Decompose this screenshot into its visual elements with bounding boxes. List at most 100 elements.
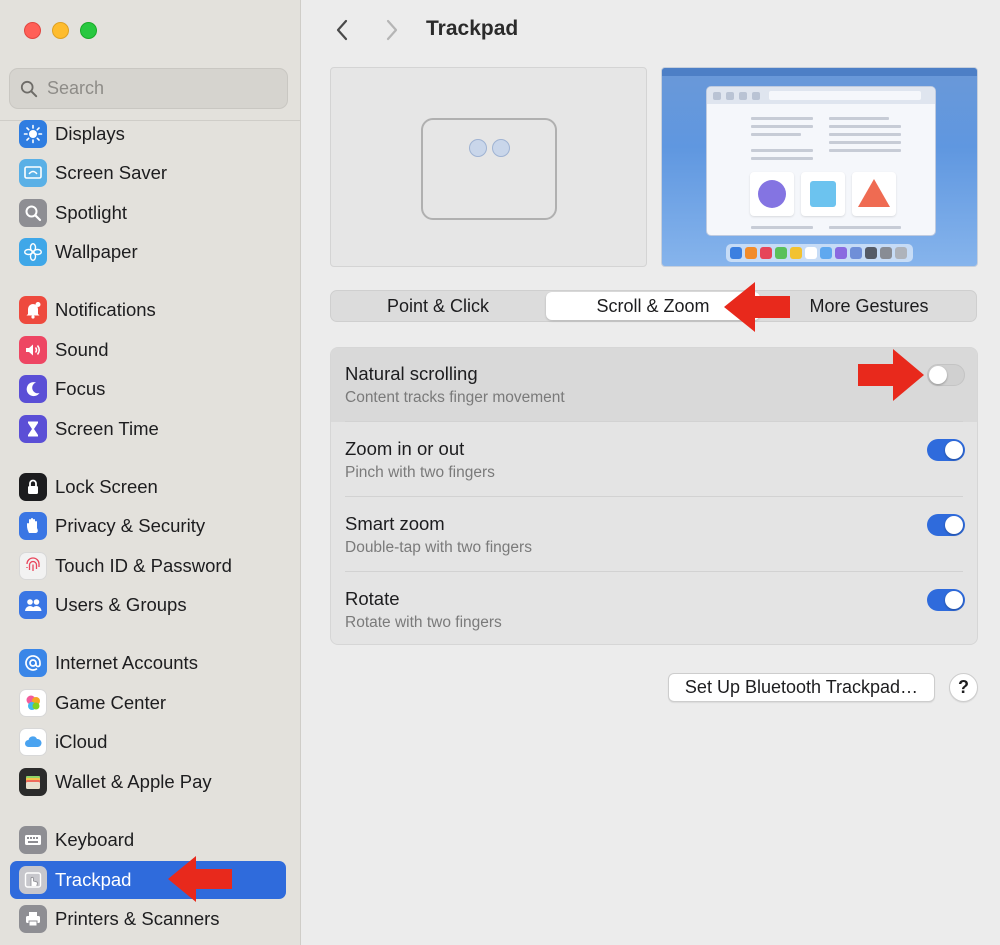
setting-row-zoom-in-out: Zoom in or out Pinch with two fingers [331, 423, 977, 497]
tab-more-gestures[interactable]: More Gestures [762, 292, 976, 320]
setting-subtitle: Content tracks finger movement [345, 389, 565, 406]
smart-zoom-toggle[interactable] [927, 514, 965, 536]
natural-scrolling-toggle[interactable] [927, 364, 965, 386]
hourglass-icon [19, 415, 47, 443]
screen-preview [661, 67, 978, 267]
sidebar-item-focus[interactable]: Focus [10, 370, 286, 408]
wallet-icon [19, 768, 47, 796]
sidebar-item-sound[interactable]: Sound [10, 331, 286, 369]
sidebar-item-label: Internet Accounts [55, 652, 198, 673]
sidebar-item-users-groups[interactable]: Users & Groups [10, 586, 286, 624]
setting-subtitle: Rotate with two fingers [345, 614, 502, 631]
sidebar-item-spotlight[interactable]: Spotlight [10, 194, 286, 232]
sidebar-item-label: Wallpaper [55, 241, 138, 262]
trackpad-icon [19, 866, 47, 894]
setting-subtitle: Double-tap with two fingers [345, 539, 532, 556]
zoom-in-out-toggle[interactable] [927, 439, 965, 461]
sidebar-item-wallpaper[interactable]: Wallpaper [10, 233, 286, 271]
preview-window [706, 86, 936, 236]
sidebar-item-label: Sound [55, 339, 109, 360]
setting-title: Zoom in or out [345, 438, 465, 459]
setting-title: Natural scrolling [345, 363, 478, 384]
triangle-shape [852, 172, 896, 216]
sidebar-item-label: Touch ID & Password [55, 555, 232, 576]
bell-icon [19, 296, 47, 324]
sidebar-item-label: Wallet & Apple Pay [55, 771, 212, 792]
sidebar-item-internet-accounts[interactable]: Internet Accounts [10, 644, 286, 682]
sun-icon [19, 120, 47, 148]
users-icon [19, 591, 47, 619]
search-icon [20, 80, 38, 97]
sidebar-item-label: Notifications [55, 299, 156, 320]
back-button[interactable] [328, 16, 356, 44]
tab-point-click[interactable]: Point & Click [332, 292, 544, 320]
sidebar-item-privacy-security[interactable]: Privacy & Security [10, 507, 286, 545]
setting-subtitle: Pinch with two fingers [345, 464, 495, 481]
zoom-window-button[interactable] [80, 22, 97, 39]
sidebar-item-label: Game Center [55, 692, 167, 713]
sidebar-item-game-center[interactable]: Game Center [10, 684, 286, 722]
speaker-icon [19, 336, 47, 364]
forward-button[interactable] [378, 16, 406, 44]
magnifier-icon [19, 199, 47, 227]
page-title: Trackpad [426, 17, 519, 40]
finger-dot [492, 139, 510, 157]
sidebar-item-notifications[interactable]: Notifications [10, 291, 286, 329]
finger-dot [469, 139, 487, 157]
at-icon [19, 649, 47, 677]
main-panel: Trackpad Point & Click Scroll & Zoom Mor… [302, 0, 1000, 945]
sidebar-item-displays[interactable]: Displays [10, 115, 286, 153]
sidebar-item-trackpad[interactable]: Trackpad [10, 861, 286, 899]
sidebar-item-label: Screen Time [55, 418, 159, 439]
sidebar-item-label: iCloud [55, 731, 108, 752]
search-field[interactable] [9, 68, 288, 109]
sidebar-item-label: Users & Groups [55, 594, 187, 615]
printer-icon [19, 905, 47, 933]
trackpad-illustration [421, 118, 557, 220]
sidebar-item-screen-saver[interactable]: Screen Saver [10, 154, 286, 192]
game-center-icon [19, 689, 47, 717]
sidebar-item-label: Focus [55, 378, 106, 399]
preview-dock [726, 244, 913, 262]
circle-shape [750, 172, 794, 216]
chevron-left-icon [336, 19, 348, 41]
sidebar-item-screen-time[interactable]: Screen Time [10, 410, 286, 448]
preview-menubar [662, 68, 977, 76]
setting-row-rotate: Rotate Rotate with two fingers [331, 573, 977, 644]
cloud-icon [19, 728, 47, 756]
setting-title: Rotate [345, 588, 400, 609]
minimize-window-button[interactable] [52, 22, 69, 39]
sidebar-item-label: Privacy & Security [55, 515, 206, 536]
sidebar-item-label: Keyboard [55, 829, 135, 850]
setting-title: Smart zoom [345, 513, 445, 534]
search-input[interactable] [47, 78, 267, 99]
flower-icon [19, 238, 47, 266]
lock-icon [19, 473, 47, 501]
sidebar-item-keyboard[interactable]: Keyboard [10, 821, 286, 859]
sidebar-item-label: Lock Screen [55, 476, 158, 497]
sidebar-item-label: Displays [55, 123, 125, 144]
rotate-toggle[interactable] [927, 589, 965, 611]
square-shape [801, 172, 845, 216]
sidebar-item-label: Printers & Scanners [55, 908, 220, 929]
setting-row-smart-zoom: Smart zoom Double-tap with two fingers [331, 498, 977, 572]
hand-icon [19, 512, 47, 540]
window-controls [24, 22, 97, 39]
close-window-button[interactable] [24, 22, 41, 39]
sidebar-item-printers-scanners[interactable]: Printers & Scanners [10, 900, 286, 938]
sidebar-item-touch-id-password[interactable]: Touch ID & Password [10, 547, 286, 585]
setup-bluetooth-trackpad-button[interactable]: Set Up Bluetooth Trackpad… [668, 673, 935, 702]
sidebar-item-label: Screen Saver [55, 162, 168, 183]
sidebar: Displays Screen Saver Spotlight Wallpape… [0, 0, 301, 945]
annotation-arrow-left-icon [168, 856, 232, 902]
sidebar-item-wallet-apple-pay[interactable]: Wallet & Apple Pay [10, 763, 286, 801]
sidebar-item-label: Spotlight [55, 202, 127, 223]
fingerprint-icon [19, 552, 47, 580]
sidebar-item-label: Trackpad [55, 869, 132, 890]
sidebar-item-icloud[interactable]: iCloud [10, 723, 286, 761]
moon-icon [19, 375, 47, 403]
help-button[interactable]: ? [949, 673, 978, 702]
sidebar-item-lock-screen[interactable]: Lock Screen [10, 468, 286, 506]
annotation-arrow-right-icon [858, 349, 924, 401]
screen-saver-icon [19, 159, 47, 187]
